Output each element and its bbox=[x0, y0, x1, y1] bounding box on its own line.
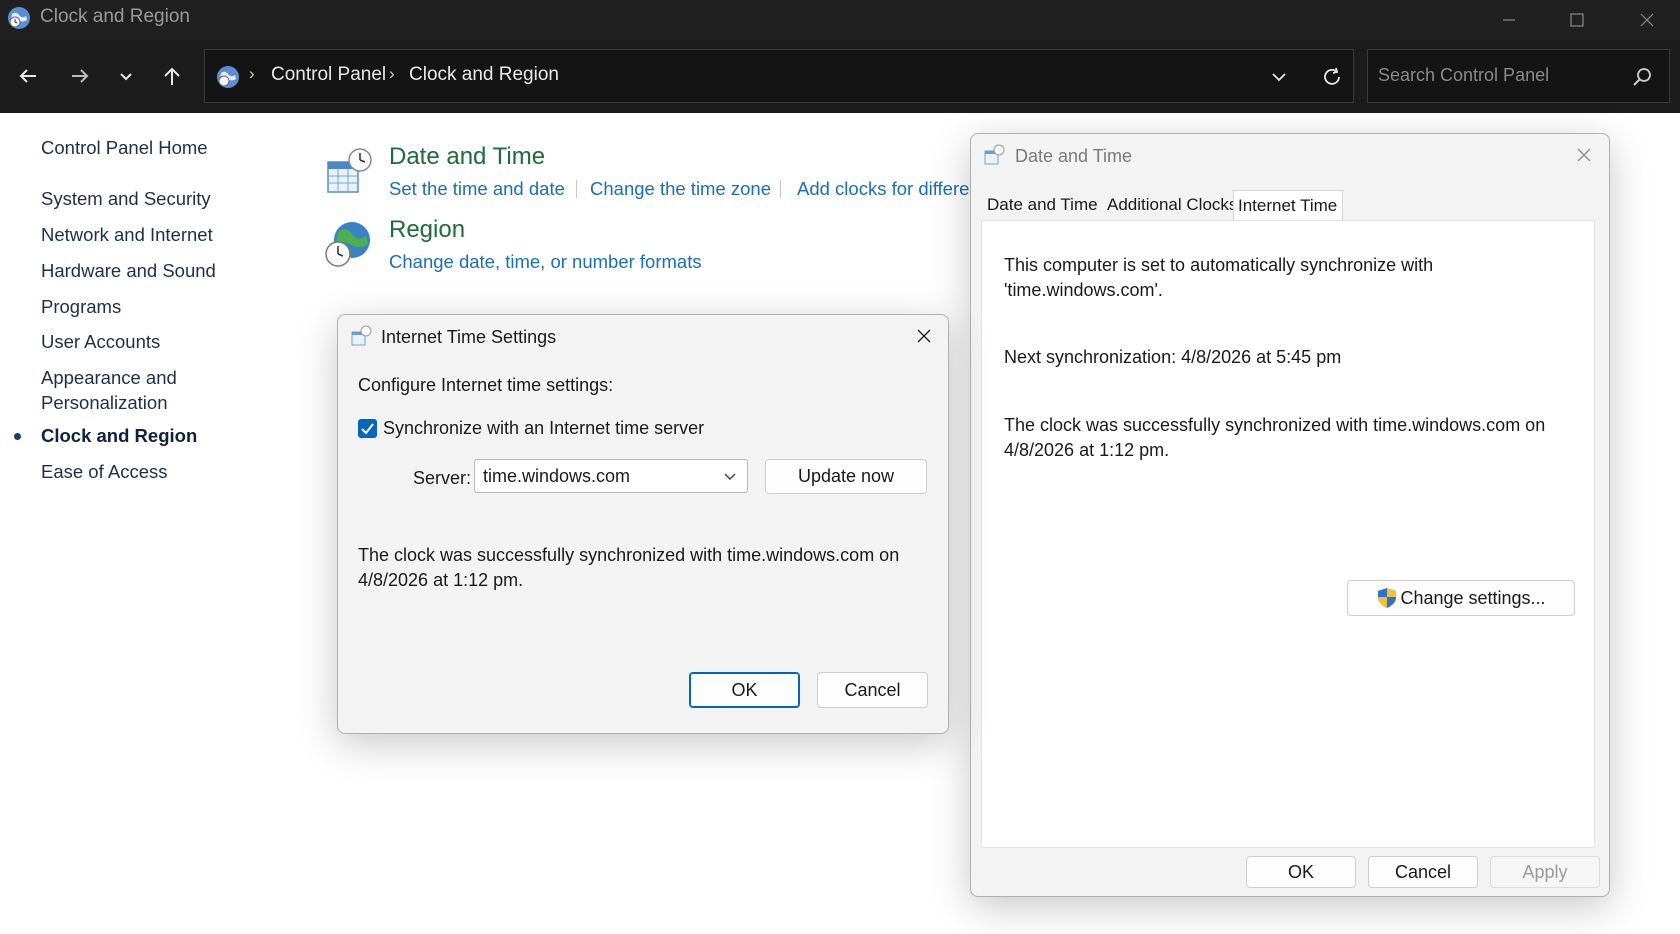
internet-time-settings-dialog: Internet Time Settings Configure Interne… bbox=[337, 314, 949, 734]
minimize-icon bbox=[1503, 19, 1515, 21]
internet-time-panel: This computer is set to automatically sy… bbox=[981, 220, 1595, 848]
cancel-button[interactable]: Cancel bbox=[1368, 856, 1478, 888]
region-globe-icon bbox=[325, 222, 370, 267]
uac-shield-icon bbox=[1378, 588, 1397, 608]
next-sync-text: Next synchronization: 4/8/2026 at 5:45 p… bbox=[1004, 347, 1342, 367]
sidebar-item-clock-and-region[interactable]: Clock and Region bbox=[41, 425, 197, 447]
auto-sync-text-line2: 'time.windows.com'. bbox=[1004, 280, 1163, 300]
forward-button[interactable] bbox=[60, 56, 100, 96]
sidebar-item-ease-of-access[interactable]: Ease of Access bbox=[41, 461, 167, 483]
date-and-time-icon bbox=[327, 148, 372, 193]
window-title: Clock and Region bbox=[40, 6, 190, 27]
tab-internet-time[interactable]: Internet Time bbox=[1233, 190, 1343, 221]
breadcrumb-separator-icon: › bbox=[389, 64, 395, 83]
sidebar-item-hardware-and-sound[interactable]: Hardware and Sound bbox=[41, 260, 216, 282]
dialog-title: Internet Time Settings bbox=[381, 327, 557, 347]
update-now-button[interactable]: Update now bbox=[765, 459, 927, 494]
tab-additional-clocks[interactable]: Additional Clocks bbox=[1103, 190, 1241, 220]
search-icon[interactable] bbox=[1630, 65, 1654, 89]
add-clocks-link[interactable]: Add clocks for differe bbox=[797, 178, 969, 200]
ok-button[interactable]: OK bbox=[689, 672, 800, 708]
dialog-close-button[interactable] bbox=[909, 321, 939, 351]
sync-status-line1: The clock was successfully synchronized … bbox=[358, 545, 900, 565]
link-separator bbox=[780, 180, 781, 198]
checkmark-icon bbox=[361, 423, 374, 435]
sidebar-item-network-and-internet[interactable]: Network and Internet bbox=[41, 224, 213, 246]
date-and-time-dialog: Date and Time Date and Time Additional C… bbox=[970, 133, 1610, 897]
change-formats-link[interactable]: Change date, time, or number formats bbox=[389, 251, 702, 273]
address-bar[interactable]: › Control Panel › Clock and Region bbox=[204, 49, 1354, 103]
date-and-time-icon bbox=[351, 325, 372, 346]
dialog-title: Date and Time bbox=[1015, 146, 1133, 166]
apply-button[interactable]: Apply bbox=[1490, 856, 1600, 888]
sidebar-control-panel-home[interactable]: Control Panel Home bbox=[41, 137, 208, 159]
dialog-close-button[interactable] bbox=[1569, 140, 1599, 170]
control-panel-globe-icon bbox=[217, 66, 239, 88]
arrow-left-icon bbox=[19, 69, 36, 83]
chevron-down-icon bbox=[724, 473, 736, 480]
active-item-bullet bbox=[14, 433, 21, 440]
region-heading[interactable]: Region bbox=[389, 216, 465, 244]
cancel-button[interactable]: Cancel bbox=[817, 672, 928, 708]
arrow-right-icon bbox=[72, 69, 89, 83]
ok-button[interactable]: OK bbox=[1246, 856, 1356, 888]
configure-label: Configure Internet time settings: bbox=[358, 375, 614, 395]
control-panel-globe-icon bbox=[8, 7, 30, 29]
close-icon bbox=[1577, 148, 1591, 162]
breadcrumb-control-panel[interactable]: Control Panel bbox=[271, 64, 386, 86]
sync-status-line1: The clock was successfully synchronized … bbox=[1004, 415, 1546, 435]
date-and-time-heading[interactable]: Date and Time bbox=[389, 143, 545, 171]
refresh-icon bbox=[1324, 67, 1340, 85]
search-box[interactable]: Search Control Panel bbox=[1367, 49, 1670, 103]
breadcrumb-separator-icon: › bbox=[249, 64, 255, 83]
sync-checkbox[interactable] bbox=[358, 419, 377, 438]
title-bar: Clock and Region bbox=[0, 0, 1680, 40]
tab-date-and-time[interactable]: Date and Time bbox=[983, 190, 1102, 220]
sync-checkbox-label[interactable]: Synchronize with an Internet time server bbox=[383, 416, 704, 441]
sidebar-item-user-accounts[interactable]: User Accounts bbox=[41, 331, 160, 353]
change-settings-button[interactable]: Change settings... bbox=[1347, 580, 1575, 616]
close-icon bbox=[917, 329, 931, 343]
breadcrumb-clock-and-region[interactable]: Clock and Region bbox=[409, 64, 559, 86]
recent-locations-button[interactable] bbox=[106, 56, 146, 96]
server-label: Server: bbox=[413, 468, 472, 488]
refresh-button[interactable] bbox=[1317, 62, 1347, 92]
sync-status-line2: 4/8/2026 at 1:12 pm. bbox=[1004, 440, 1170, 460]
maximize-icon bbox=[1570, 13, 1584, 27]
sidebar-item-appearance-line2[interactable]: Personalization bbox=[41, 392, 168, 414]
auto-sync-text-line1: This computer is set to automatically sy… bbox=[1004, 255, 1434, 275]
close-window-button[interactable] bbox=[1612, 0, 1680, 40]
change-settings-label: Change settings... bbox=[1400, 587, 1546, 608]
chevron-down-icon bbox=[120, 73, 132, 81]
sidebar-item-system-and-security[interactable]: System and Security bbox=[41, 188, 211, 210]
back-button[interactable] bbox=[8, 56, 48, 96]
server-select-value: time.windows.com bbox=[483, 466, 631, 486]
close-icon bbox=[1640, 13, 1654, 27]
link-separator bbox=[576, 180, 577, 198]
up-button[interactable] bbox=[152, 56, 192, 96]
minimize-button[interactable] bbox=[1474, 0, 1544, 40]
navigation-bar: › Control Panel › Clock and Region Searc… bbox=[0, 40, 1680, 113]
server-select[interactable]: time.windows.com bbox=[474, 459, 748, 493]
change-time-zone-link[interactable]: Change the time zone bbox=[590, 178, 771, 200]
sidebar-item-appearance-line1[interactable]: Appearance and bbox=[41, 367, 177, 389]
arrow-up-icon bbox=[164, 67, 180, 85]
chevron-down-icon bbox=[1272, 73, 1286, 82]
date-and-time-icon bbox=[984, 144, 1005, 165]
maximize-button[interactable] bbox=[1542, 0, 1612, 40]
address-history-button[interactable] bbox=[1265, 63, 1293, 91]
sync-status-line2: 4/8/2026 at 1:12 pm. bbox=[358, 570, 524, 590]
set-time-and-date-link[interactable]: Set the time and date bbox=[389, 178, 565, 200]
sidebar-item-programs[interactable]: Programs bbox=[41, 296, 121, 318]
search-input[interactable]: Search Control Panel bbox=[1378, 65, 1549, 86]
